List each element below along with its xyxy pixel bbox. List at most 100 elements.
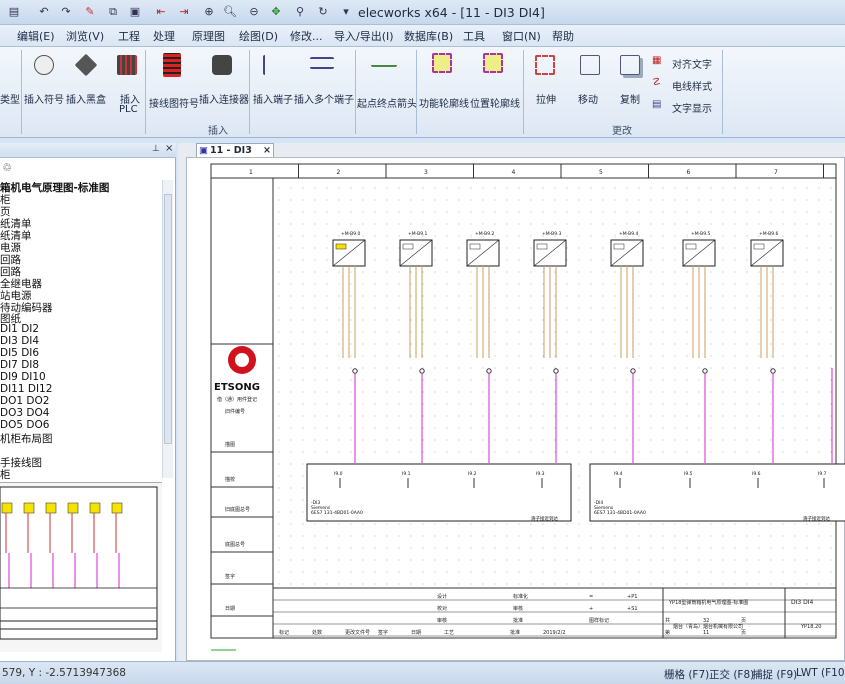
paste-icon[interactable]: ▣ [127,4,143,20]
zoom-icon[interactable]: 🔍︎ [222,4,238,20]
tree-scrollbar[interactable] [162,180,173,478]
grid-dot [638,415,640,417]
grid-dot [470,559,472,561]
tree-item[interactable]: DO1 DO2 [0,395,49,407]
tree-item[interactable]: 柜 [0,467,11,482]
btn-function-outline[interactable]: 功能轮廓线 [419,95,469,110]
menu-window[interactable]: 窗口(N) [502,28,541,44]
menu-view[interactable]: 浏览(V) [66,28,104,44]
page-prev-icon[interactable]: ⇤ [153,4,169,20]
grid-dot [758,571,760,573]
grid-dot [422,307,424,309]
grid-dot [650,247,652,249]
grid-dot [290,259,292,261]
btn-move[interactable]: 移动 [578,91,598,106]
btn-type[interactable]: 类型 [0,91,20,106]
grid-dot [650,583,652,585]
btn-text-display[interactable]: 文字显示 [672,100,712,115]
copy-icon[interactable]: ⧉ [105,4,121,20]
btn-insert-symbol[interactable]: 插入符号 [24,91,64,106]
tree-item[interactable]: DI3 DI4 [0,335,39,347]
sheet-preview[interactable] [0,482,162,652]
grid-dot [758,295,760,297]
btn-insert-multi-terminal[interactable]: 插入多个端子 [294,91,354,106]
grid-dot [482,583,484,585]
undo-icon[interactable]: ↶ [36,4,52,20]
grid-dot [398,355,400,357]
tree-item[interactable]: DI11 DI12 [0,383,52,395]
status-ortho-button[interactable]: 正交 (F8) [709,667,754,682]
title-cell: 校对 [437,605,447,612]
tree-item[interactable]: 箱机电气原理图-标准图 [0,180,109,195]
dropdown-icon[interactable]: ▾ [338,4,354,20]
menu-help[interactable]: 帮助 [552,28,574,44]
btn-wiring-symbol[interactable]: 接线图符号 [149,95,199,110]
pin-icon[interactable]: ⊥ [152,144,160,154]
btn-origin-dest-arrow[interactable]: 起点终点箭头 [357,95,417,110]
grid-dot [650,223,652,225]
tree-item[interactable]: 机柜布局图 [0,431,53,446]
grid-dot [638,547,640,549]
status-grid-button[interactable]: 栅格 (F7) [664,667,709,682]
redo-icon[interactable]: ↷ [58,4,74,20]
btn-stretch[interactable]: 拉伸 [536,91,556,106]
btn-align-text[interactable]: 对齐文字 [672,56,712,71]
binoculars-icon[interactable]: ⚲ [292,4,308,20]
menu-draw[interactable]: 绘图(D) [239,28,278,44]
grid-dot [686,439,688,441]
grid-dot [338,583,340,585]
sensor-indicator [613,243,625,250]
grid-dot [590,571,592,573]
menu-database[interactable]: 数据库(B) [404,28,453,44]
btn-location-outline[interactable]: 位置轮廓线 [470,95,520,110]
status-snap-button[interactable]: 捕捉 (F9) [752,667,797,682]
eraser-icon[interactable]: ✎ [82,4,98,20]
pan-icon[interactable]: ✥ [268,4,284,20]
grid-dot [290,475,292,477]
grid-dot [770,331,772,333]
grid-dot [410,355,412,357]
grid-dot [638,283,640,285]
scroll-thumb[interactable] [164,194,172,444]
grid-dot [518,343,520,345]
tree-item[interactable]: DO5 DO6 [0,419,49,431]
drawing-sheet[interactable]: 123456789+M-B9.0+M-B9.1+M-B9.2+M-B9.3+M-… [186,157,845,661]
menu-modify[interactable]: 修改... [290,28,323,44]
blackbox-icon [74,53,98,77]
menu-schematic[interactable]: 原理图 [192,28,225,44]
grid-dot [794,319,796,321]
status-lwt-button[interactable]: LWT (F10) [796,667,845,679]
tree-item[interactable]: DI7 DI8 [0,359,39,371]
menu-project[interactable]: 工程 [118,28,140,44]
tree-item[interactable]: DI1 DI2 [0,323,39,335]
schematic-canvas[interactable]: 123456789+M-B9.0+M-B9.1+M-B9.2+M-B9.3+M-… [187,158,845,662]
zoom-out-icon[interactable]: ⊖ [246,4,262,20]
menu-process[interactable]: 处理 [153,28,175,44]
refresh-icon[interactable]: ↻ [315,4,331,20]
doc-tab[interactable]: ▣ 11 - DI3 DI4 × [196,143,274,169]
menu-import-export[interactable]: 导入/导出(I) [334,28,394,44]
menu-tools[interactable]: 工具 [463,28,485,44]
grid-dot [338,307,340,309]
tree-item[interactable]: DO3 DO4 [0,407,49,419]
grid-dot [386,259,388,261]
btn-insert-terminal[interactable]: 插入端子 [253,91,293,106]
tree-item[interactable]: DI9 DI10 [0,371,46,383]
close-icon[interactable]: × [165,143,173,154]
grid-dot [782,571,784,573]
btn-insert-connector[interactable]: 插入连接器 [199,91,249,106]
ribbon-separator [145,50,146,134]
grid-dot [554,199,556,201]
btn-insert-plc-line2[interactable]: PLC [119,104,138,115]
btn-wire-style[interactable]: 电线样式 [672,78,712,93]
menu-edit[interactable]: 编辑(E) [17,28,55,44]
page-next-icon[interactable]: ⇥ [176,4,192,20]
tree-item[interactable]: DI5 DI6 [0,347,39,359]
grid-dot [446,355,448,357]
zoom-window-icon[interactable]: ⊕ [201,4,217,20]
app-menu-icon[interactable]: ▤ [6,4,22,20]
btn-copy[interactable]: 复制 [620,91,640,106]
btn-insert-blackbox[interactable]: 插入黑盒 [66,91,106,106]
doc-tab-close-icon[interactable]: × [263,144,271,157]
grid-dot [698,583,700,585]
